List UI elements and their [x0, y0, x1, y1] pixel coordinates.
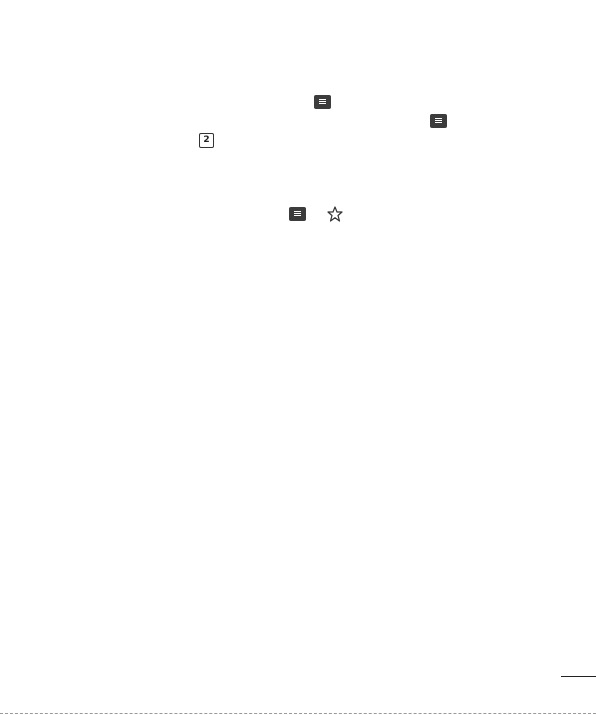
- star-outline-icon: [327, 206, 343, 222]
- menu-icon: [430, 114, 447, 128]
- menu-icon: [314, 95, 331, 109]
- page-number-rule: [561, 676, 596, 677]
- page-bottom-divider: [0, 713, 596, 714]
- number-two-box-icon: 2: [199, 133, 214, 148]
- menu-icon: [289, 207, 306, 221]
